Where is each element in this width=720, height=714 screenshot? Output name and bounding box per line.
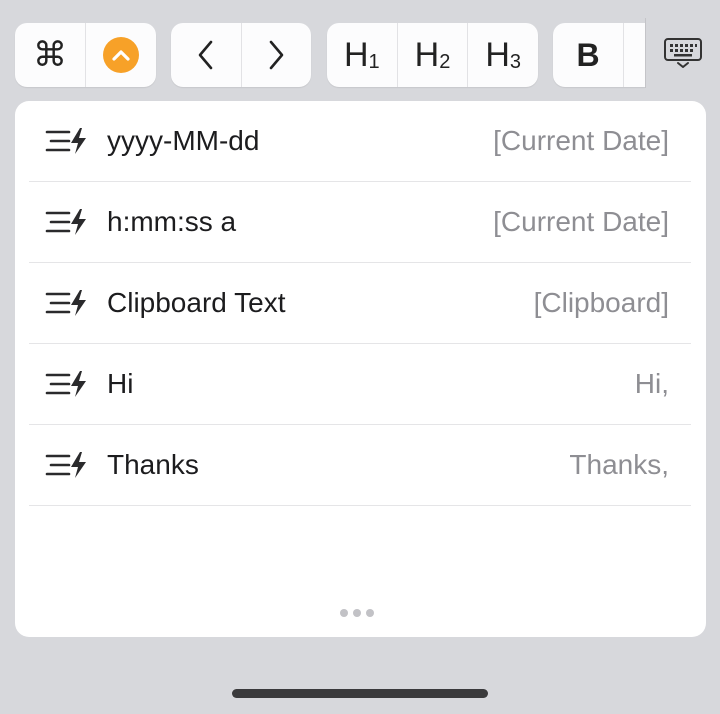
chevron-right-icon	[269, 40, 284, 70]
formatting-toolbar: ⌘ H1 H2 H3 B	[0, 18, 720, 88]
snippet-title: Clipboard Text	[107, 287, 286, 318]
command-icon: ⌘	[33, 35, 67, 75]
toolbar-group-navigation	[171, 23, 311, 87]
snippet-value: [Current Date]	[493, 125, 669, 156]
snippet-value: Hi,	[634, 368, 669, 399]
snippet-title: Thanks	[107, 449, 199, 480]
bold-label: B	[576, 36, 600, 73]
expand-button[interactable]	[85, 23, 156, 87]
toolbar-group-headings: H1 H2 H3	[327, 23, 538, 87]
heading-1-label: H1	[343, 35, 380, 74]
home-indicator[interactable]	[232, 689, 488, 698]
chevron-left-icon	[198, 40, 213, 70]
chevron-up-icon	[103, 37, 139, 73]
toolbar-group-style: B	[553, 23, 645, 87]
ellipsis-icon[interactable]	[340, 609, 374, 617]
bold-button[interactable]: B	[553, 23, 623, 87]
snippet-bolt-icon	[45, 127, 95, 155]
snippet-list-panel: yyyy-MM-dd [Current Date] h:mm:ss a [Cur…	[15, 101, 706, 637]
snippet-row[interactable]: Thanks Thanks,	[29, 425, 691, 506]
dismiss-keyboard-button[interactable]	[646, 18, 720, 88]
ellipsis-dot	[353, 609, 361, 617]
heading-2-label: H2	[414, 35, 451, 74]
ellipsis-dot	[366, 609, 374, 617]
snippet-value: [Current Date]	[493, 206, 669, 237]
snippet-row[interactable]: Hi Hi,	[29, 344, 691, 425]
move-right-button[interactable]	[240, 23, 312, 87]
snippet-row[interactable]: Clipboard Text [Clipboard]	[29, 263, 691, 344]
move-left-button[interactable]	[171, 23, 241, 87]
snippet-row[interactable]: h:mm:ss a [Current Date]	[29, 182, 691, 263]
heading-3-label: H3	[485, 35, 522, 74]
ellipsis-dot	[340, 609, 348, 617]
snippet-bolt-icon	[45, 370, 95, 398]
heading-1-button[interactable]: H1	[327, 23, 397, 87]
snippet-value: [Clipboard]	[533, 287, 669, 318]
snippet-bolt-icon	[45, 289, 95, 317]
next-style-button[interactable]	[623, 23, 645, 87]
snippet-title: Hi	[107, 368, 134, 399]
toolbar-group-commands: ⌘	[15, 23, 156, 87]
snippet-bolt-icon	[45, 208, 95, 236]
heading-2-button[interactable]: H2	[396, 23, 468, 87]
command-button[interactable]: ⌘	[15, 23, 85, 87]
snippet-value: Thanks,	[569, 449, 669, 480]
heading-3-button[interactable]: H3	[467, 23, 538, 87]
snippet-title: yyyy-MM-dd	[107, 125, 260, 156]
keyboard-dismiss-icon	[664, 38, 702, 68]
snippet-row[interactable]: yyyy-MM-dd [Current Date]	[29, 101, 691, 182]
snippet-title: h:mm:ss a	[107, 206, 237, 237]
snippet-bolt-icon	[45, 451, 95, 479]
